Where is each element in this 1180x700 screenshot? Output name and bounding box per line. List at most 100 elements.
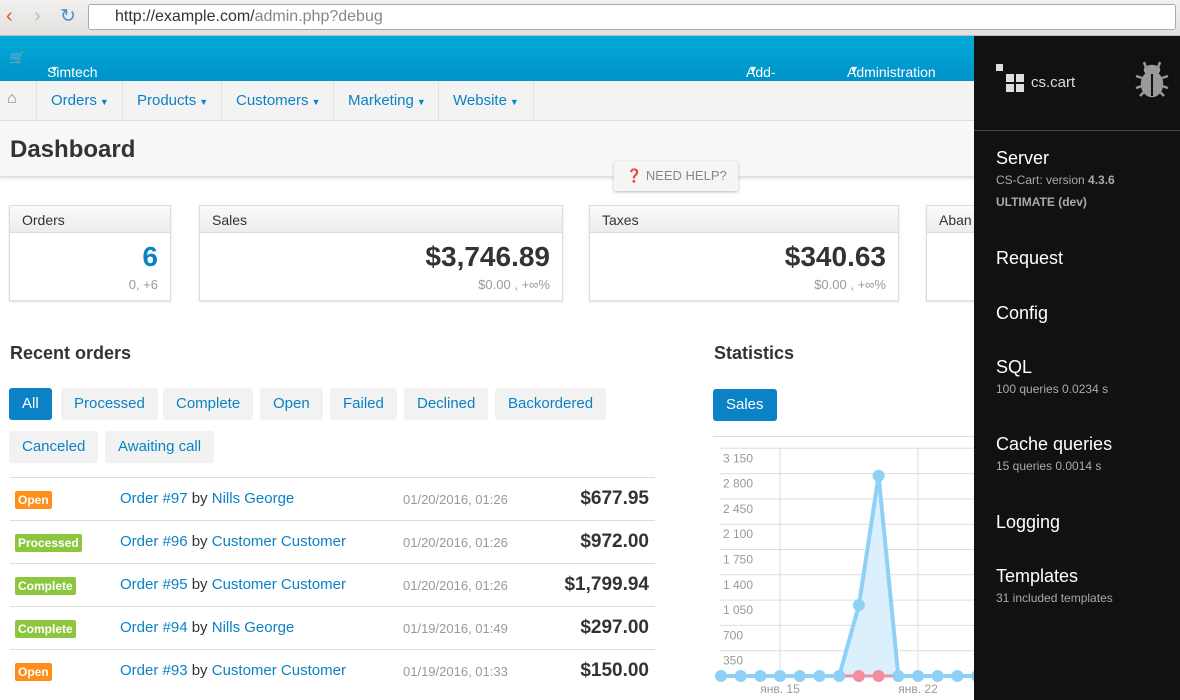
templates-info: 31 included templates — [996, 591, 1113, 605]
filter-declined[interactable]: Declined — [404, 388, 489, 420]
debug-config[interactable]: Config — [996, 303, 1048, 324]
data-point — [833, 670, 846, 682]
order-title: Order #96 by Customer Customer — [120, 533, 346, 550]
menu-label: Customers — [236, 92, 309, 109]
menu-marketing[interactable]: Marketing ▼ — [333, 81, 440, 121]
orders-card[interactable]: Orders 6 0, +6 — [9, 205, 171, 301]
order-row: Complete Order #95 by Customer Customer … — [10, 563, 655, 606]
customer-link[interactable]: Customer Customer — [212, 576, 346, 593]
debug-request[interactable]: Request — [996, 248, 1063, 269]
order-amount: $677.95 — [580, 488, 649, 509]
debug-logging[interactable]: Logging — [996, 512, 1060, 533]
debug-server[interactable]: Server — [996, 148, 1049, 169]
customer-link[interactable]: Nills George — [212, 490, 295, 507]
address-bar[interactable]: http://example.com/admin.php?debug — [88, 4, 1176, 30]
y-tick-label: 1 750 — [723, 553, 753, 567]
order-link[interactable]: Order #97 — [120, 490, 188, 507]
status-badge: Processed — [15, 534, 82, 552]
order-row: Open Order #97 by Nills George 01/20/201… — [10, 477, 655, 520]
menu-label: Marketing — [348, 92, 414, 109]
filter-all[interactable]: All — [9, 388, 52, 420]
home-icon[interactable]: ⌂ — [7, 90, 17, 108]
y-tick-label: 2 100 — [723, 527, 753, 541]
series-line — [721, 475, 978, 678]
y-tick-label: 350 — [723, 654, 743, 668]
url-host: http://example.com/ — [115, 8, 255, 25]
menu-label: Products — [137, 92, 197, 109]
order-link[interactable]: Order #95 — [120, 576, 188, 593]
filter-complete[interactable]: Complete — [163, 388, 254, 420]
order-link[interactable]: Order #96 — [120, 533, 188, 550]
customer-link[interactable]: Nills George — [212, 619, 295, 636]
bug-icon[interactable] — [1134, 60, 1170, 98]
tab-sales[interactable]: Sales — [713, 389, 777, 421]
debug-templates[interactable]: Templates — [996, 566, 1078, 587]
filter-failed[interactable]: Failed — [330, 388, 397, 420]
card-sub: 0, +6 — [128, 277, 158, 292]
customer-link[interactable]: Customer Customer — [212, 662, 346, 679]
divider — [974, 130, 1180, 131]
order-row: Processed Order #96 by Customer Customer… — [10, 520, 655, 563]
y-tick-label: 2 450 — [723, 502, 753, 516]
menu-orders[interactable]: Orders ▼ — [36, 81, 123, 121]
y-tick-label: 700 — [723, 628, 743, 642]
card-value: $3,746.89 — [425, 241, 550, 272]
status-badge: Complete — [15, 620, 76, 638]
order-amount: $297.00 — [580, 617, 649, 638]
sales-card[interactable]: Sales $3,746.89 $0.00 , +∞% — [199, 205, 563, 301]
cart-icon[interactable]: 🛒 — [9, 50, 25, 66]
reload-icon[interactable]: ↻ — [60, 5, 76, 28]
back-icon[interactable]: ‹ — [6, 5, 13, 28]
data-point — [852, 599, 865, 612]
by-label: by — [191, 490, 208, 507]
title-bar — [0, 121, 975, 177]
debug-sql[interactable]: SQL — [996, 357, 1032, 378]
x-tick-label: янв. 15 — [760, 682, 800, 696]
cscart-logo-icon — [996, 64, 1024, 92]
order-date: 01/19/2016, 01:33 — [403, 664, 508, 679]
order-title: Order #94 by Nills George — [120, 619, 294, 636]
page-title: Dashboard — [10, 136, 136, 163]
y-tick-label: 2 800 — [723, 477, 753, 491]
data-point — [754, 670, 767, 682]
order-amount: $150.00 — [580, 660, 649, 681]
filter-open[interactable]: Open — [260, 388, 323, 420]
filter-canceled[interactable]: Canceled — [9, 431, 99, 463]
cache-info: 15 queries 0.0014 s — [996, 459, 1102, 473]
filter-awaiting-call[interactable]: Awaiting call — [105, 431, 215, 463]
order-date: 01/20/2016, 01:26 — [403, 535, 508, 550]
order-link[interactable]: Order #94 — [120, 619, 188, 636]
forward-icon[interactable]: › — [34, 5, 41, 28]
card-label: Sales — [200, 206, 562, 233]
order-date: 01/20/2016, 01:26 — [403, 492, 508, 507]
customer-link[interactable]: Customer Customer — [212, 533, 346, 550]
order-row: Open Order #93 by Customer Customer 01/1… — [10, 649, 655, 692]
card-sub: $0.00 , +∞% — [814, 277, 886, 292]
status-badge: Open — [15, 663, 52, 681]
browser-toolbar: ‹ › ↻ http://example.com/admin.php?debug — [0, 0, 1180, 36]
edition: ULTIMATE (dev) — [996, 195, 1087, 209]
url-path: admin.php?debug — [254, 8, 383, 25]
menu-label: Website — [453, 92, 507, 109]
card-label: Orders — [10, 206, 170, 233]
data-point — [774, 670, 787, 682]
filter-backordered[interactable]: Backordered — [495, 388, 607, 420]
menu-products[interactable]: Products ▼ — [122, 81, 222, 121]
order-amount: $1,799.94 — [564, 574, 649, 595]
status-badge: Complete — [15, 577, 76, 595]
recent-orders-title: Recent orders — [10, 343, 132, 363]
filter-processed[interactable]: Processed — [61, 388, 158, 420]
divider — [713, 436, 975, 437]
menu-customers[interactable]: Customers ▼ — [221, 81, 334, 121]
by-label: by — [191, 576, 208, 593]
need-help-button[interactable]: ❓ NEED HELP? — [614, 161, 738, 191]
menu-website[interactable]: Website ▼ — [438, 81, 534, 121]
data-point — [872, 469, 885, 482]
data-point — [951, 670, 964, 682]
taxes-card[interactable]: Taxes $340.63 $0.00 , +∞% — [589, 205, 899, 301]
debug-cache-queries[interactable]: Cache queries — [996, 434, 1112, 455]
card-value: $340.63 — [784, 241, 886, 272]
card-label: Taxes — [590, 206, 898, 233]
order-link[interactable]: Order #93 — [120, 662, 188, 679]
statistics-title: Statistics — [714, 343, 795, 363]
